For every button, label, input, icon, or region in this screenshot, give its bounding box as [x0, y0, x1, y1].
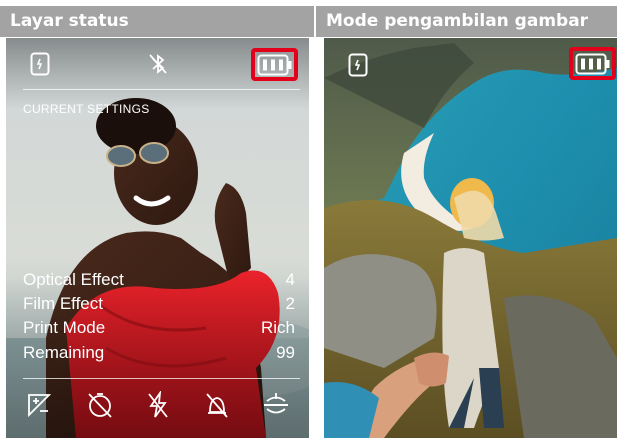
setting-name: Print Mode	[23, 318, 106, 337]
battery-full-icon	[257, 54, 292, 76]
status-screen-heading: Layar status	[0, 6, 314, 37]
setting-row-print-mode: Print Mode Rich	[23, 317, 295, 339]
top-divider	[23, 89, 300, 90]
setting-value: 99	[276, 343, 295, 362]
landscape-photo	[324, 38, 617, 438]
bottom-divider	[23, 378, 300, 379]
setting-value: 4	[285, 270, 295, 289]
capture-mode-panel	[324, 38, 617, 438]
setting-row-film-effect: Film Effect 2	[23, 293, 295, 315]
self-timer-off-icon	[88, 393, 112, 418]
settings-list: Optical Effect 4 Film Effect 2 Print Mod…	[23, 269, 295, 369]
bluetooth-off-icon	[149, 54, 167, 74]
exposure-compensation-icon	[28, 394, 52, 418]
phone-connected-icon	[348, 53, 368, 77]
status-screen-panel: CURRENT SETTINGS Optical Effect 4 Film E…	[6, 38, 309, 438]
vignette-icon	[264, 393, 288, 414]
setting-name: Remaining	[23, 343, 105, 362]
setting-name: Film Effect	[23, 294, 103, 313]
current-settings-label: CURRENT SETTINGS	[23, 102, 150, 116]
setting-name: Optical Effect	[23, 270, 124, 289]
flash-off-icon	[148, 391, 168, 418]
capture-mode-heading: Mode pengambilan gambar	[316, 6, 617, 37]
sound-off-icon	[206, 393, 228, 418]
setting-row-optical-effect: Optical Effect 4	[23, 269, 295, 291]
battery-full-icon	[575, 53, 610, 75]
setting-value: Rich	[260, 318, 295, 337]
phone-connected-icon	[30, 52, 50, 76]
setting-value: 2	[285, 294, 295, 313]
setting-row-remaining: Remaining 99	[23, 342, 295, 364]
